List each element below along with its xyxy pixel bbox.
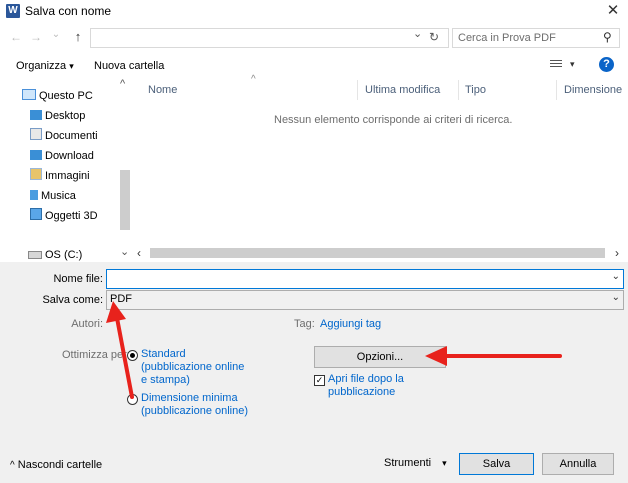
address-bar[interactable]: ⌄ ↻ bbox=[90, 28, 449, 48]
tools-chevron-icon: ▾ bbox=[442, 458, 447, 468]
organize-chevron-icon: ▾ bbox=[69, 61, 74, 71]
window-title: Salva con nome bbox=[25, 4, 112, 18]
horizontal-scrollbar-thumb[interactable] bbox=[150, 248, 605, 258]
view-details-icon[interactable] bbox=[550, 59, 562, 69]
column-divider bbox=[357, 80, 358, 100]
sidebar-scroll-up-icon[interactable]: ^ bbox=[120, 78, 125, 90]
navigation-pane: Questo PC Desktop Documenti Download Imm… bbox=[0, 80, 118, 260]
sidebar-item-desktop[interactable]: Desktop bbox=[30, 107, 85, 125]
sidebar-item-label: OS (C:) bbox=[45, 249, 83, 261]
sidebar-item-label: Desktop bbox=[45, 110, 86, 122]
optimize-standard-radio[interactable] bbox=[127, 350, 138, 361]
empty-folder-message: Nessun elemento corrisponde ai criteri d… bbox=[274, 114, 513, 126]
organize-label: Organizza bbox=[16, 60, 67, 72]
column-header-name[interactable]: Nome bbox=[148, 84, 177, 96]
column-divider bbox=[458, 80, 459, 100]
help-icon[interactable]: ? bbox=[599, 57, 614, 72]
sidebar-item-label: Documenti bbox=[45, 130, 98, 142]
optimize-standard-label[interactable]: Standard (pubblicazione online e stampa) bbox=[141, 348, 244, 387]
forward-arrow-icon[interactable]: → bbox=[28, 28, 44, 46]
search-icon[interactable]: ⚲ bbox=[603, 30, 612, 44]
search-input[interactable]: Cerca in Prova PDF ⚲ bbox=[452, 28, 620, 48]
sidebar-item-label: Oggetti 3D bbox=[45, 210, 98, 222]
optimize-minimum-label[interactable]: Dimensione minima (pubblicazione online) bbox=[141, 392, 248, 418]
scroll-left-icon[interactable]: ‹ bbox=[137, 246, 141, 260]
sidebar-scrollbar-thumb[interactable] bbox=[120, 170, 130, 230]
sidebar-item-label: Questo PC bbox=[39, 90, 93, 102]
save-button[interactable]: Salva bbox=[459, 453, 534, 475]
refresh-icon[interactable]: ↻ bbox=[429, 30, 439, 44]
save-as-type-value: PDF bbox=[110, 293, 132, 305]
scroll-right-icon[interactable]: › bbox=[615, 246, 619, 260]
documents-icon bbox=[30, 128, 42, 140]
up-arrow-icon[interactable]: ↑ bbox=[70, 28, 86, 46]
option-line: Dimensione minima bbox=[141, 392, 238, 404]
download-icon bbox=[30, 150, 42, 160]
organize-button[interactable]: Organizza ▾ bbox=[16, 60, 74, 72]
option-line: Standard bbox=[141, 348, 186, 360]
column-header-type[interactable]: Tipo bbox=[465, 84, 486, 96]
drive-icon bbox=[28, 251, 42, 259]
sort-indicator-icon: ^ bbox=[251, 74, 256, 85]
title-bar: W Salva con nome ✕ bbox=[0, 0, 628, 22]
sidebar-item-oggetti-3d[interactable]: Oggetti 3D bbox=[30, 207, 98, 225]
word-app-icon: W bbox=[6, 4, 20, 18]
option-line: pubblicazione bbox=[328, 386, 396, 398]
music-icon bbox=[30, 190, 38, 200]
filename-dropdown-chevron-icon[interactable]: ⌄ bbox=[612, 271, 620, 282]
filename-label: Nome file: bbox=[53, 273, 103, 285]
view-options-chevron-icon[interactable]: ▾ bbox=[570, 59, 575, 70]
sidebar-item-label: Musica bbox=[41, 190, 76, 202]
save-as-type-select[interactable]: PDF ⌄ bbox=[106, 290, 624, 310]
optimize-for-label: Ottimizza per: bbox=[62, 349, 130, 361]
search-placeholder: Cerca in Prova PDF bbox=[458, 32, 556, 44]
tags-label: Tag: bbox=[294, 318, 315, 330]
save-as-type-chevron-icon[interactable]: ⌄ bbox=[612, 292, 620, 303]
save-as-type-label: Salva come: bbox=[42, 294, 103, 306]
hide-folders-button[interactable]: ^ Nascondi cartelle bbox=[10, 459, 102, 471]
sidebar-item-label: Immagini bbox=[45, 170, 90, 182]
filename-input[interactable]: ⌄ bbox=[106, 269, 624, 289]
authors-label: Autori: bbox=[71, 318, 103, 330]
hide-folders-chevron-icon: ^ bbox=[10, 460, 15, 471]
address-dropdown-chevron-icon[interactable]: ⌄ bbox=[413, 27, 422, 40]
add-tag-link[interactable]: Aggiungi tag bbox=[320, 318, 381, 330]
sidebar-item-documenti[interactable]: Documenti bbox=[30, 127, 98, 145]
command-toolbar: Organizza ▾ Nuova cartella ▾ ? bbox=[0, 54, 628, 78]
computer-icon bbox=[22, 89, 36, 100]
column-divider bbox=[556, 80, 557, 100]
back-arrow-icon[interactable]: ← bbox=[8, 28, 24, 46]
sidebar-item-label: Download bbox=[45, 150, 94, 162]
column-header-size[interactable]: Dimensione bbox=[564, 84, 622, 96]
sidebar-item-immagini[interactable]: Immagini bbox=[30, 167, 90, 185]
hide-folders-label: Nascondi cartelle bbox=[17, 459, 103, 471]
column-header-modified[interactable]: Ultima modifica bbox=[365, 84, 440, 96]
sidebar-item-questo-pc[interactable]: Questo PC bbox=[22, 87, 93, 105]
option-line: Apri file dopo la bbox=[328, 373, 404, 385]
desktop-icon bbox=[30, 110, 42, 120]
sidebar-item-download[interactable]: Download bbox=[30, 147, 94, 165]
options-button[interactable]: Opzioni... bbox=[314, 346, 446, 368]
optimize-minimum-radio[interactable] bbox=[127, 394, 138, 405]
recent-locations-chevron-icon[interactable]: ⌄ bbox=[48, 26, 64, 44]
cancel-button[interactable]: Annulla bbox=[542, 453, 614, 475]
tools-label: Strumenti bbox=[384, 457, 432, 469]
open-after-publish-label[interactable]: Apri file dopo la pubblicazione bbox=[328, 373, 404, 399]
option-line: (pubblicazione online bbox=[141, 361, 245, 373]
sidebar-item-musica[interactable]: Musica bbox=[30, 187, 76, 205]
close-icon[interactable]: ✕ bbox=[604, 2, 622, 20]
tools-menu-button[interactable]: Strumenti ▾ bbox=[384, 457, 447, 469]
pictures-icon bbox=[30, 168, 42, 180]
new-folder-button[interactable]: Nuova cartella bbox=[94, 60, 164, 72]
option-line: e stampa) bbox=[141, 374, 190, 386]
open-after-publish-checkbox[interactable]: ✓ bbox=[314, 375, 325, 386]
3d-objects-icon bbox=[30, 208, 42, 220]
option-line: (pubblicazione online) bbox=[141, 405, 249, 417]
sidebar-scroll-down-icon[interactable]: ⌄ bbox=[120, 245, 129, 258]
